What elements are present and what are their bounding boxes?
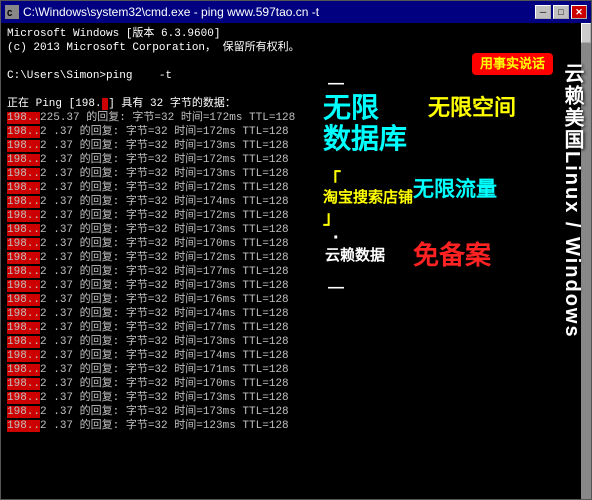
ping-row-18: 198..2 .37 的回复: 字节=32 时间=174ms TTL=128 xyxy=(7,349,585,363)
title-buttons: ─ □ ✕ xyxy=(535,5,587,19)
ping-row-4: 198..2 .37 的回复: 字节=32 时间=172ms TTL=128 xyxy=(7,153,585,167)
ping-row-1: 198..225.37 的回复: 字节=32 时间=172ms TTL=128 xyxy=(7,111,585,125)
ping-row-8: 198..2 .37 的回复: 字节=32 时间=172ms TTL=128 xyxy=(7,209,585,223)
ping-row-16: 198..2 .37 的回复: 字节=32 时间=177ms TTL=128 xyxy=(7,321,585,335)
cmd-body: Microsoft Windows [版本 6.3.9600] (c) 2013… xyxy=(1,23,591,499)
cmd-line-command: C:\Users\Simon>ping -t xyxy=(7,69,585,83)
ping-row-22: 198..2 .37 的回复: 字节=32 时间=173ms TTL=128 xyxy=(7,405,585,419)
ping-header: 正在 Ping [198. ] 具有 32 字节的数据： xyxy=(7,97,585,111)
cmd-line-copyright: (c) 2013 Microsoft Corporation， 保留所有权利。 xyxy=(7,41,585,55)
title-bar-left: C C:\Windows\system32\cmd.exe - ping www… xyxy=(5,5,319,19)
ping-row-11: 198..2 .37 的回复: 字节=32 时间=172ms TTL=128 xyxy=(7,251,585,265)
scrollbar-thumb[interactable] xyxy=(581,23,591,43)
scrollbar[interactable] xyxy=(581,23,591,499)
minimize-button[interactable]: ─ xyxy=(535,5,551,19)
ping-row-10: 198..2 .37 的回复: 字节=32 时间=170ms TTL=128 xyxy=(7,237,585,251)
cmd-line-blank1 xyxy=(7,55,585,69)
ping-row-20: 198..2 .37 的回复: 字节=32 时间=170ms TTL=128 xyxy=(7,377,585,391)
ping-row-9: 198..2 .37 的回复: 字节=32 时间=173ms TTL=128 xyxy=(7,223,585,237)
ping-row-13: 198..2 .37 的回复: 字节=32 时间=173ms TTL=128 xyxy=(7,279,585,293)
title-bar: C C:\Windows\system32\cmd.exe - ping www… xyxy=(1,1,591,23)
ping-row-14: 198..2 .37 的回复: 字节=32 时间=176ms TTL=128 xyxy=(7,293,585,307)
ping-row-3: 198..2 .37 的回复: 字节=32 时间=173ms TTL=128 xyxy=(7,139,585,153)
cmd-line-version: Microsoft Windows [版本 6.3.9600] xyxy=(7,27,585,41)
ping-row-7: 198..2 .37 的回复: 字节=32 时间=174ms TTL=128 xyxy=(7,195,585,209)
svg-text:C: C xyxy=(7,9,13,18)
close-button[interactable]: ✕ xyxy=(571,5,587,19)
cmd-window: C C:\Windows\system32\cmd.exe - ping www… xyxy=(0,0,592,500)
ping-row-12: 198..2 .37 的回复: 字节=32 时间=177ms TTL=128 xyxy=(7,265,585,279)
corporation-text: Corporation， xyxy=(132,42,216,54)
ping-row-2: 198..2 .37 的回复: 字节=32 时间=172ms TTL=128 xyxy=(7,125,585,139)
ping-row-17: 198..2 .37 的回复: 字节=32 时间=173ms TTL=128 xyxy=(7,335,585,349)
ping-row-5: 198..2 .37 的回复: 字节=32 时间=173ms TTL=128 xyxy=(7,167,585,181)
ping-row-23: 198..2 .37 的回复: 字节=32 时间=123ms TTL=128 xyxy=(7,419,585,433)
window-title: C:\Windows\system32\cmd.exe - ping www.5… xyxy=(23,5,319,19)
ping-row-19: 198..2 .37 的回复: 字节=32 时间=171ms TTL=128 xyxy=(7,363,585,377)
ping-row-21: 198..2 .37 的回复: 字节=32 时间=173ms TTL=128 xyxy=(7,391,585,405)
maximize-button[interactable]: □ xyxy=(553,5,569,19)
cmd-line-blank2 xyxy=(7,83,585,97)
ping-row-6: 198..2 .37 的回复: 字节=32 时间=172ms TTL=128 xyxy=(7,181,585,195)
cmd-icon: C xyxy=(5,5,19,19)
ping-row-15: 198..2 .37 的回复: 字节=32 时间=174ms TTL=128 xyxy=(7,307,585,321)
